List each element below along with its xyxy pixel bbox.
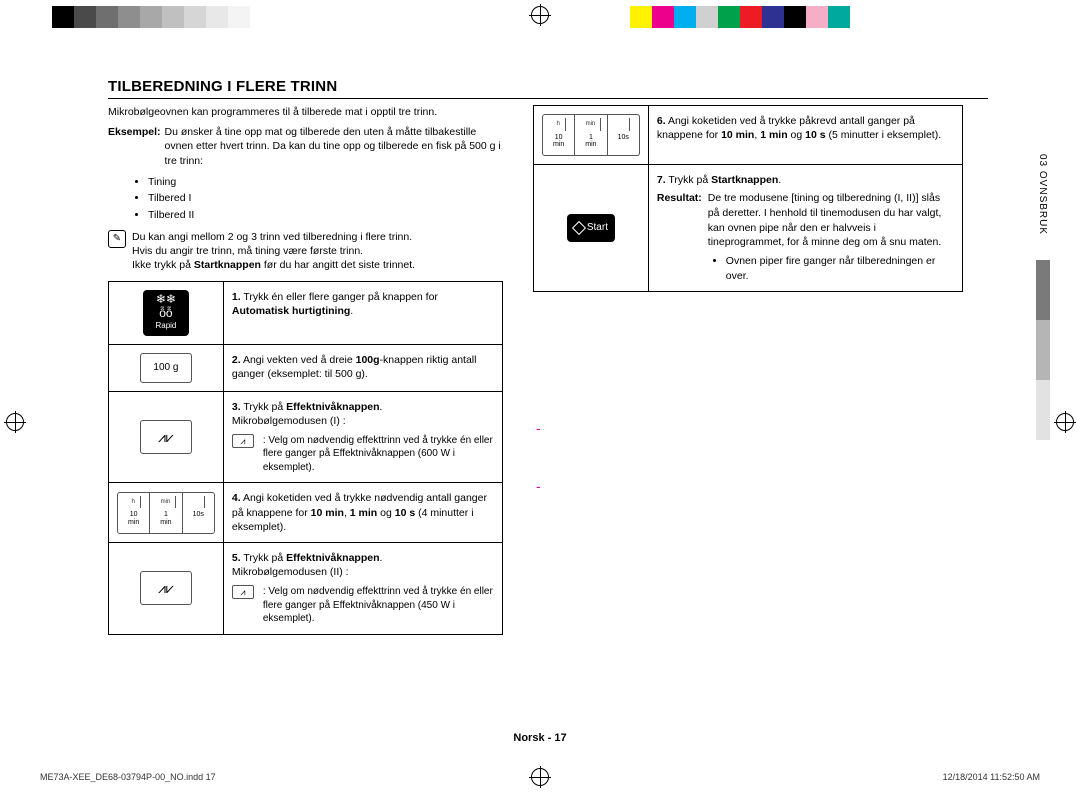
time-buttons-icon: h10 min min1 min 10s: [542, 114, 640, 156]
step-row: Start 7. Trykk på Startknappen. Resultat…: [534, 164, 963, 291]
page-content: TILBEREDNING I FLERE TRINN Mikrobølgeovn…: [108, 78, 988, 718]
steps-table-right: h10 min min1 min 10s 6. Angi koketiden v…: [533, 105, 963, 292]
print-footer: ME73A-XEE_DE68-03794P-00_NO.indd 17 12/1…: [40, 772, 1040, 782]
step-text: 7. Trykk på Startknappen. Resultat: De t…: [648, 164, 962, 291]
example-block: Eksempel: Du ønsker å tine opp mat og ti…: [108, 125, 503, 168]
stage-list: Tining Tilbered I Tilbered II: [148, 174, 503, 224]
print-date: 12/18/2014 11:52:50 AM: [943, 772, 1040, 782]
note-block: ✎ Du kan angi mellom 2 og 3 trinn ved ti…: [108, 230, 503, 273]
note-icon: ✎: [108, 230, 126, 248]
power-level-inline-icon: ⩘: [232, 585, 254, 599]
step-row: h10 min min1 min 10s 6. Angi koketiden v…: [534, 106, 963, 165]
registration-mark-icon: [6, 413, 24, 431]
side-color-bar: [1036, 260, 1050, 440]
stage-item: Tilbered II: [148, 207, 503, 224]
note-line: Ikke trykk på Startknappen før du har an…: [132, 258, 415, 272]
example-label: Eksempel:: [108, 125, 161, 168]
section-title: TILBEREDNING I FLERE TRINN: [108, 78, 988, 99]
rapid-defrost-icon: ❄❄ ỗỗ Rapid: [143, 290, 189, 336]
step-row: ❄❄ ỗỗ Rapid 1. Trykk én eller flere gang…: [109, 281, 503, 344]
step-row: ⩘⩗ 3. Trykk på Effektnivåknappen. Mikrob…: [109, 391, 503, 483]
step-text: 1. Trykk én eller flere ganger på knappe…: [223, 281, 502, 344]
result-text: De tre modusene [tining og tilberedning …: [708, 192, 942, 248]
step-text: 2. Angi vekten ved å dreie 100g-knappen …: [223, 344, 502, 391]
step-row: 100 g 2. Angi vekten ved å dreie 100g-kn…: [109, 344, 503, 391]
steps-table-left: ❄❄ ỗỗ Rapid 1. Trykk én eller flere gang…: [108, 281, 503, 635]
right-column: h10 min min1 min 10s 6. Angi koketiden v…: [533, 105, 963, 635]
weight-button-icon: 100 g: [140, 353, 192, 383]
stage-item: Tining: [148, 174, 503, 191]
power-level-icon: ⩘⩗: [140, 571, 192, 605]
left-column: Mikrobølgeovnen kan programmeres til å t…: [108, 105, 503, 635]
side-tab-label: 03 OVNSBRUK: [1035, 150, 1050, 239]
registration-mark-icon: [1056, 413, 1074, 431]
intro-text: Mikrobølgeovnen kan programmeres til å t…: [108, 105, 503, 119]
page-footer: Norsk - 17: [0, 732, 1080, 744]
step-text: 3. Trykk på Effektnivåknappen. Mikrobølg…: [223, 391, 502, 483]
note-line: Hvis du angir tre trinn, må tining være …: [132, 244, 415, 258]
print-file: ME73A-XEE_DE68-03794P-00_NO.indd 17: [40, 772, 216, 782]
time-buttons-icon: h10 min min1 min 10s: [117, 492, 215, 534]
note-line: Du kan angi mellom 2 og 3 trinn ved tilb…: [132, 230, 415, 244]
step-text: 6. Angi koketiden ved å trykke påkrevd a…: [648, 106, 962, 165]
step-text: 5. Trykk på Effektnivåknappen. Mikrobølg…: [223, 542, 502, 634]
result-bullet: Ovnen piper fire ganger når tilberedning…: [726, 254, 954, 283]
power-level-inline-icon: ⩘: [232, 434, 254, 448]
example-text: Du ønsker å tine opp mat og tilberede de…: [165, 125, 503, 168]
start-button-icon: Start: [567, 214, 615, 242]
stage-item: Tilbered I: [148, 190, 503, 207]
step-row: ⩘⩗ 5. Trykk på Effektnivåknappen. Mikrob…: [109, 542, 503, 634]
result-label: Resultat:: [657, 191, 702, 283]
power-level-icon: ⩘⩗: [140, 420, 192, 454]
step-text: 4. Angi koketiden ved å trykke nødvendig…: [223, 483, 502, 543]
color-calibration-bar: [0, 6, 1080, 28]
step-row: h10 min min1 min 10s 4. Angi koketiden v…: [109, 483, 503, 543]
